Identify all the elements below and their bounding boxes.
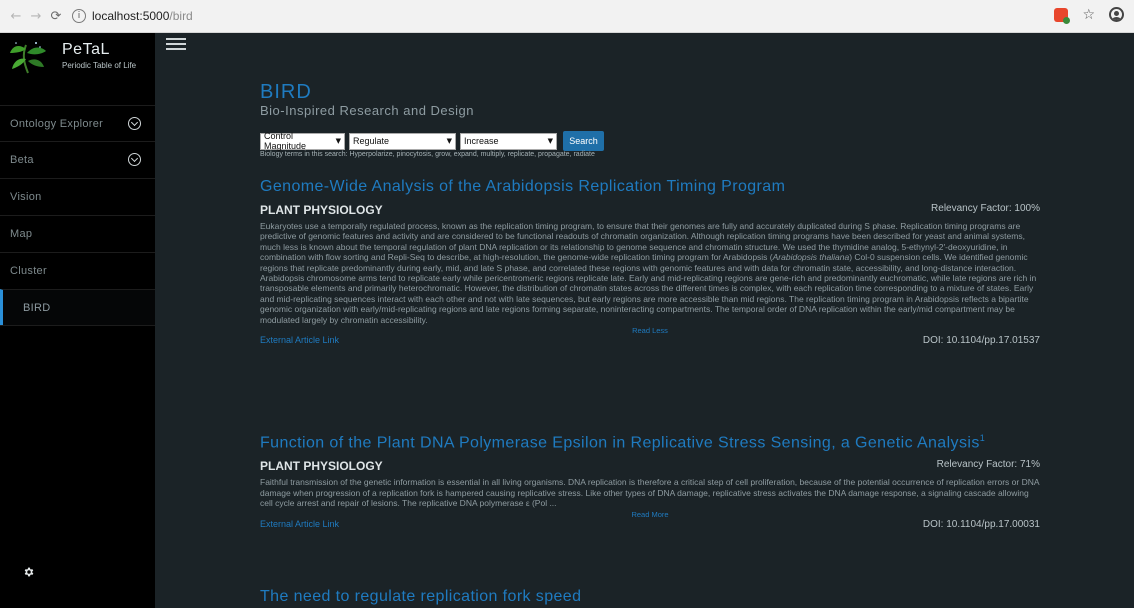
article-title[interactable]: The need to regulate replication fork sp… bbox=[260, 588, 1040, 606]
article-card: The need to regulate replication fork sp… bbox=[260, 588, 1040, 606]
magnitude-select-value: Control Magnitude bbox=[264, 131, 307, 151]
bookmark-star-icon[interactable]: ☆ bbox=[1082, 8, 1095, 22]
sidebar: PeTaL Periodic Table of Life Ontology Ex… bbox=[0, 33, 155, 608]
journal-name: PLANT PHYSIOLOGY bbox=[260, 203, 383, 217]
article-abstract: Eukaryotes use a temporally regulated pr… bbox=[260, 221, 1040, 325]
sidebar-item-label: Ontology Explorer bbox=[10, 117, 104, 130]
abstract-species: Arabidopsis thaliana bbox=[772, 252, 850, 263]
back-arrow-icon[interactable]: ← bbox=[6, 6, 26, 26]
sidebar-item-beta[interactable]: Beta bbox=[0, 141, 155, 177]
verb-select-value: Regulate bbox=[353, 136, 390, 146]
sidebar-item-label: BIRD bbox=[23, 301, 51, 314]
dropdown-arrow-icon: ▼ bbox=[335, 137, 341, 145]
forward-arrow-icon[interactable]: → bbox=[26, 6, 46, 26]
gear-icon[interactable] bbox=[23, 566, 35, 578]
chevron-down-icon bbox=[128, 153, 141, 166]
sidebar-item-label: Map bbox=[10, 227, 33, 240]
chevron-down-icon bbox=[128, 117, 141, 130]
article-card: Function of the Plant DNA Polymerase Eps… bbox=[260, 433, 1040, 531]
brand-subtitle: Periodic Table of Life bbox=[62, 61, 137, 70]
article-title-text: Function of the Plant DNA Polymerase Eps… bbox=[260, 434, 980, 452]
read-less-link[interactable]: Read Less bbox=[260, 326, 1040, 335]
abstract-text: ) Col-0 suspension cells. We identified … bbox=[260, 252, 1037, 325]
magnitude-select[interactable]: Control Magnitude ▼ bbox=[260, 131, 345, 151]
article-card: Genome-Wide Analysis of the Arabidopsis … bbox=[260, 178, 1040, 347]
direction-select-value: Increase bbox=[464, 136, 499, 146]
page-title: BIRD bbox=[260, 81, 312, 103]
page-subtitle: Bio-Inspired Research and Design bbox=[260, 103, 474, 118]
article-title[interactable]: Function of the Plant DNA Polymerase Eps… bbox=[260, 433, 1040, 452]
search-filters: Control Magnitude ▼ Regulate ▼ Increase ▼ S… bbox=[260, 131, 604, 151]
sidebar-item-ontology-explorer[interactable]: Ontology Explorer bbox=[0, 105, 155, 141]
article-title[interactable]: Genome-Wide Analysis of the Arabidopsis … bbox=[260, 178, 1040, 196]
article-title-footnote: 1 bbox=[979, 433, 986, 443]
external-article-link[interactable]: External Article Link bbox=[260, 519, 339, 529]
petal-logo-icon bbox=[10, 42, 46, 74]
journal-name: PLANT PHYSIOLOGY bbox=[260, 459, 383, 474]
sidebar-item-bird[interactable]: BIRD bbox=[0, 289, 155, 325]
verb-select[interactable]: Regulate ▼ bbox=[349, 132, 456, 150]
sidebar-item-label: Cluster bbox=[10, 264, 47, 277]
external-article-link[interactable]: External Article Link bbox=[260, 335, 339, 345]
sidebar-item-label: Beta bbox=[10, 153, 34, 166]
article-doi: DOI: 10.1104/pp.17.01537 bbox=[922, 335, 1040, 347]
sidebar-item-label: Vision bbox=[10, 190, 42, 203]
sidebar-item-cluster[interactable]: Cluster bbox=[0, 252, 155, 288]
site-info-icon[interactable]: i bbox=[72, 9, 86, 23]
read-more-link[interactable]: Read More bbox=[260, 510, 1040, 519]
article-doi: DOI: 10.1104/pp.17.00031 bbox=[922, 518, 1040, 530]
direction-select[interactable]: Increase ▼ bbox=[460, 132, 557, 150]
sidebar-divider bbox=[0, 325, 155, 326]
extension-icon[interactable] bbox=[1054, 7, 1071, 24]
menu-toggle-icon[interactable] bbox=[166, 38, 186, 50]
brand[interactable]: PeTaL Periodic Table of Life bbox=[0, 33, 155, 81]
account-icon[interactable] bbox=[1109, 7, 1124, 22]
search-terms: Biology terms in this search: Hyperpolar… bbox=[260, 151, 595, 158]
address-bar-path[interactable]: /bird bbox=[169, 9, 192, 23]
relevancy-factor: Relevancy Factor: 100% bbox=[931, 203, 1040, 214]
sidebar-item-vision[interactable]: Vision bbox=[0, 178, 155, 214]
sidebar-item-map[interactable]: Map bbox=[0, 215, 155, 251]
dropdown-arrow-icon: ▼ bbox=[446, 137, 452, 145]
reload-icon[interactable]: ⟳ bbox=[46, 6, 66, 26]
relevancy-factor: Relevancy Factor: 71% bbox=[936, 459, 1040, 471]
search-button[interactable]: Search bbox=[563, 131, 604, 151]
brand-title: PeTaL bbox=[62, 41, 110, 58]
browser-toolbar: ← → ⟳ i localhost:5000/bird ☆ bbox=[0, 0, 1134, 33]
address-bar-host[interactable]: localhost:5000 bbox=[92, 9, 169, 23]
article-abstract: Faithful transmission of the genetic inf… bbox=[260, 477, 1040, 509]
dropdown-arrow-icon: ▼ bbox=[547, 137, 553, 145]
